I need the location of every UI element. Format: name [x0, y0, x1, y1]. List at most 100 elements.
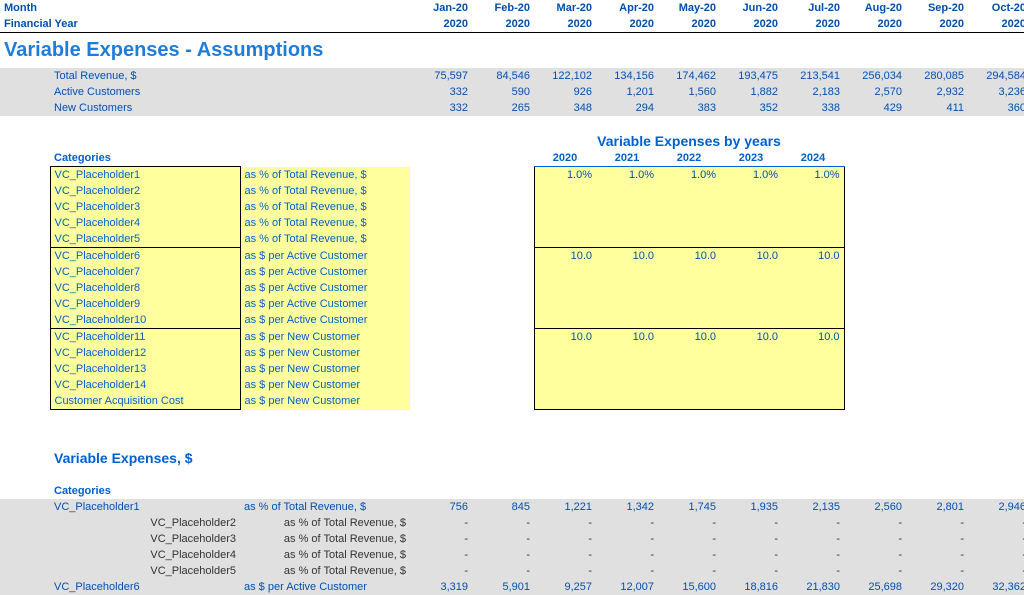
ve-cell[interactable]: 10.0 [596, 248, 658, 265]
ve-cell[interactable]: 10.0 [782, 248, 844, 265]
ve-cell[interactable]: 1.0% [782, 167, 844, 184]
ve-cell[interactable] [596, 393, 658, 410]
ve-cell[interactable] [534, 215, 596, 231]
ve-cell[interactable]: 1.0% [658, 167, 720, 184]
ve-cell[interactable]: 1.0% [534, 167, 596, 184]
cat-name[interactable]: VC_Placeholder8 [50, 280, 240, 296]
ve-cell[interactable] [782, 361, 844, 377]
ve-cell[interactable] [720, 231, 782, 248]
ve-cell[interactable]: 10.0 [720, 248, 782, 265]
metric-val: 84,546 [472, 68, 534, 84]
ve-cell[interactable] [596, 199, 658, 215]
ve-cell[interactable] [658, 199, 720, 215]
cat-name[interactable]: VC_Placeholder5 [50, 231, 240, 248]
cat-name[interactable]: VC_Placeholder7 [50, 264, 240, 280]
ve-cell[interactable] [534, 296, 596, 312]
ve-cell[interactable] [658, 231, 720, 248]
cat-name[interactable]: VC_Placeholder11 [50, 329, 240, 346]
ve-cell[interactable] [658, 296, 720, 312]
ve-cell[interactable] [534, 377, 596, 393]
ve-cell[interactable] [720, 183, 782, 199]
ve-cell[interactable] [782, 393, 844, 410]
ve-cell[interactable]: 10.0 [534, 248, 596, 265]
ve-cell[interactable] [782, 280, 844, 296]
ve-cell[interactable]: 10.0 [658, 329, 720, 346]
ve-cell[interactable] [782, 199, 844, 215]
metric-val: 338 [782, 100, 844, 116]
ve-cell[interactable] [782, 377, 844, 393]
cat-name[interactable]: VC_Placeholder6 [50, 248, 240, 265]
ve-cell[interactable] [534, 361, 596, 377]
ve-cell[interactable]: 1.0% [720, 167, 782, 184]
ve-cell[interactable] [658, 345, 720, 361]
cat-name[interactable]: Customer Acquisition Cost [50, 393, 240, 410]
ve-cell[interactable]: 10.0 [658, 248, 720, 265]
exp-val: - [472, 563, 534, 579]
ve-cell[interactable] [720, 393, 782, 410]
ve-cell[interactable] [658, 312, 720, 329]
ve-cell[interactable]: 10.0 [782, 329, 844, 346]
ve-cell[interactable] [782, 345, 844, 361]
ve-cell[interactable] [720, 264, 782, 280]
ve-cell[interactable] [782, 215, 844, 231]
ve-cell[interactable] [782, 264, 844, 280]
cat-name[interactable]: VC_Placeholder13 [50, 361, 240, 377]
ve-cell[interactable] [658, 183, 720, 199]
cat-name[interactable]: VC_Placeholder10 [50, 312, 240, 329]
cat-name[interactable]: VC_Placeholder1 [50, 167, 240, 184]
ve-cell[interactable] [596, 231, 658, 248]
ve-cell[interactable] [720, 280, 782, 296]
ve-cell[interactable] [534, 199, 596, 215]
ve-cell[interactable] [782, 296, 844, 312]
ve-cell[interactable] [658, 280, 720, 296]
cat-name[interactable]: VC_Placeholder9 [50, 296, 240, 312]
cat-desc: as % of Total Revenue, $ [240, 199, 410, 215]
cat-name[interactable]: VC_Placeholder4 [50, 215, 240, 231]
blank [844, 312, 1024, 329]
ve-cell[interactable]: 10.0 [596, 329, 658, 346]
ve-cell[interactable] [720, 199, 782, 215]
ve-cell[interactable] [720, 215, 782, 231]
ve-cell[interactable] [658, 361, 720, 377]
ve-cell[interactable] [534, 183, 596, 199]
ve-cell[interactable] [658, 264, 720, 280]
ve-cell[interactable] [596, 377, 658, 393]
indent [0, 361, 50, 377]
ve-cell[interactable] [596, 345, 658, 361]
sheet[interactable]: MonthJan-20Feb-20Mar-20Apr-20May-20Jun-2… [0, 0, 1024, 595]
ve-cell[interactable] [720, 361, 782, 377]
ve-cell[interactable]: 10.0 [534, 329, 596, 346]
cat-desc: as $ per Active Customer [240, 264, 410, 280]
ve-cell[interactable] [720, 296, 782, 312]
ve-cell[interactable] [534, 280, 596, 296]
ve-cell[interactable] [658, 377, 720, 393]
ve-cell[interactable] [596, 264, 658, 280]
ve-cell[interactable] [782, 312, 844, 329]
ve-cell[interactable]: 1.0% [596, 167, 658, 184]
ve-cell[interactable] [720, 312, 782, 329]
ve-cell[interactable] [596, 296, 658, 312]
ve-cell[interactable] [782, 231, 844, 248]
ve-cell[interactable] [720, 377, 782, 393]
ve-cell[interactable] [534, 393, 596, 410]
ve-cell[interactable] [596, 312, 658, 329]
ve-cell[interactable] [534, 345, 596, 361]
ve-cell[interactable] [720, 345, 782, 361]
ve-cell[interactable] [658, 393, 720, 410]
ve-cell[interactable] [596, 215, 658, 231]
ve-cell[interactable] [534, 312, 596, 329]
ve-cell[interactable] [596, 280, 658, 296]
ve-cell[interactable] [782, 183, 844, 199]
ve-cell[interactable]: 10.0 [720, 329, 782, 346]
ve-cell[interactable] [596, 183, 658, 199]
exp-val: 756 [410, 499, 472, 515]
cat-name[interactable]: VC_Placeholder2 [50, 183, 240, 199]
ve-cell[interactable] [534, 231, 596, 248]
ve-cell[interactable] [534, 264, 596, 280]
ve-cell[interactable] [658, 215, 720, 231]
exp-val: - [782, 563, 844, 579]
ve-cell[interactable] [596, 361, 658, 377]
cat-name[interactable]: VC_Placeholder12 [50, 345, 240, 361]
cat-name[interactable]: VC_Placeholder3 [50, 199, 240, 215]
cat-name[interactable]: VC_Placeholder14 [50, 377, 240, 393]
